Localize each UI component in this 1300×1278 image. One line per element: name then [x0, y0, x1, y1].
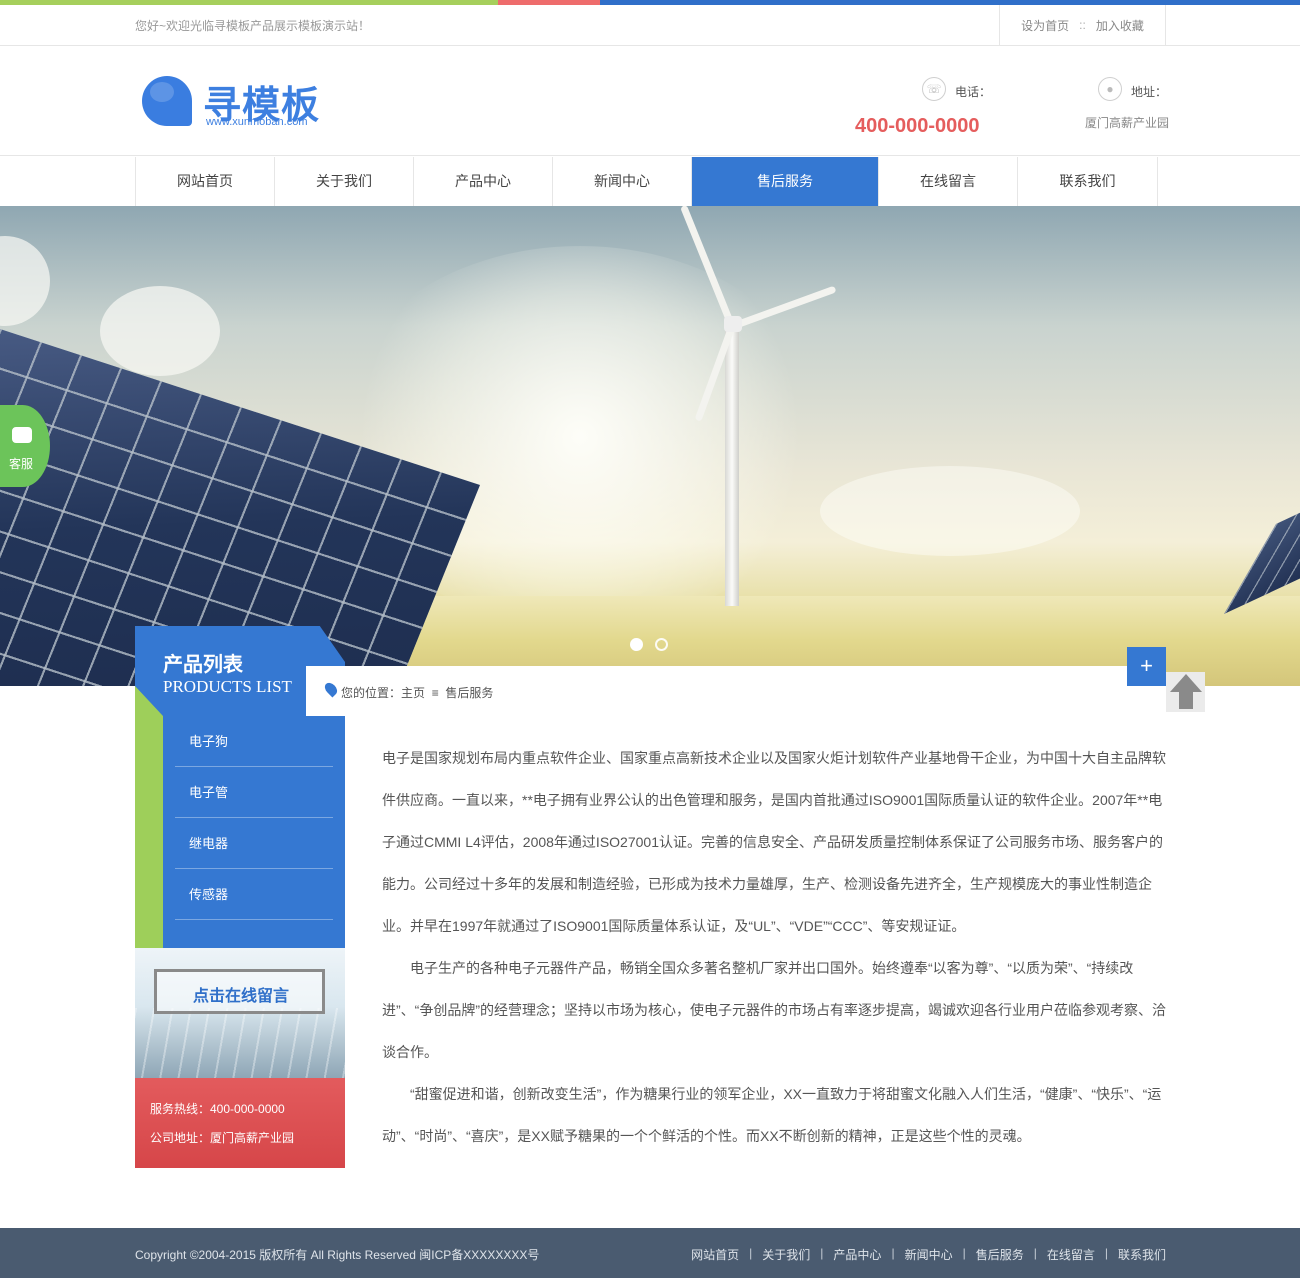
footer-separator: |	[1033, 1246, 1037, 1260]
footer-separator: |	[820, 1246, 824, 1260]
arrow-up-icon	[1170, 674, 1202, 692]
banner-wind-turbine	[725, 326, 739, 606]
logo-bubble-icon[interactable]	[142, 76, 192, 126]
main-nav: 网站首页 关于我们 产品中心 新闻中心 售后服务 在线留言 联系我们	[0, 157, 1300, 206]
sidebar-item-electron-tube[interactable]: 电子管	[175, 767, 333, 818]
sidebar-category-list: 电子狗 电子管 继电器 传感器	[163, 716, 345, 948]
nav-item-news[interactable]: 新闻中心	[553, 157, 692, 206]
top-links-separator: ::	[1079, 18, 1086, 32]
banner-dot-2[interactable]	[655, 638, 668, 651]
banner-pagination	[630, 638, 668, 651]
location-pin-icon: ●	[1098, 77, 1122, 101]
sidebar-green-accent	[135, 686, 163, 948]
customer-service-label: 客服	[9, 457, 34, 471]
footer-separator: |	[1104, 1246, 1108, 1260]
top-bar: 您好~欢迎光临寻模板产品展示模板演示站！ 设为首页 :: 加入收藏	[0, 0, 1300, 46]
nav-item-service[interactable]: 售后服务	[692, 157, 879, 206]
banner-dot-1[interactable]	[630, 638, 643, 651]
message-banner-panels	[135, 1008, 345, 1078]
banner-solar-panel-small	[1224, 468, 1300, 614]
nav-item-contact[interactable]: 联系我们	[1018, 157, 1158, 206]
footer-links: 网站首页 | 关于我们 | 产品中心 | 新闻中心 | 售后服务 | 在线留言 …	[691, 1246, 1166, 1263]
breadcrumb-prefix: 您的位置：	[341, 686, 402, 700]
footer-separator: |	[749, 1246, 753, 1260]
article-content: 电子是国家规划布局内重点软件企业、国家重点高新技术企业以及国家火炬计划软件产业基…	[382, 737, 1166, 1157]
article-paragraph-1: 电子是国家规划布局内重点软件企业、国家重点高新技术企业以及国家火炬计划软件产业基…	[382, 750, 1166, 934]
set-home-link[interactable]: 设为首页	[1021, 17, 1069, 34]
hero-banner	[0, 206, 1300, 686]
sidebar-item-electronic-dog[interactable]: 电子狗	[175, 716, 333, 767]
address-value: 厦门高薪产业园	[1085, 116, 1170, 130]
arrow-up-icon-stem	[1179, 691, 1193, 709]
sidebar-contact-box: 服务热线：400-000-0000 公司地址：厦门高薪产业园	[135, 1078, 345, 1168]
company-address: 公司地址：厦门高薪产业园	[150, 1131, 295, 1145]
top-stripe-blue	[600, 0, 1300, 5]
phone-number: 400-000-0000	[855, 115, 980, 137]
top-stripe-red	[498, 0, 600, 5]
service-hotline: 服务热线：400-000-0000	[150, 1102, 285, 1116]
nav-item-products[interactable]: 产品中心	[414, 157, 553, 206]
sidebar-subtitle: PRODUCTS LIST	[163, 677, 292, 696]
address-label: 地址：	[1131, 85, 1168, 99]
footer-link-news[interactable]: 新闻中心	[905, 1246, 953, 1263]
footer-link-message[interactable]: 在线留言	[1047, 1246, 1095, 1263]
top-links: 设为首页 :: 加入收藏	[999, 5, 1166, 45]
add-favorite-link[interactable]: 加入收藏	[1096, 17, 1144, 34]
welcome-text: 您好~欢迎光临寻模板产品展示模板演示站！	[135, 19, 371, 33]
sidebar-item-relay[interactable]: 继电器	[175, 818, 333, 869]
footer-link-service[interactable]: 售后服务	[976, 1246, 1024, 1263]
banner-cloud	[0, 236, 50, 326]
footer-link-products[interactable]: 产品中心	[833, 1246, 881, 1263]
header: 寻模板 www.xunmoban.com ☏ 电话： 400-000-0000 …	[0, 46, 1300, 156]
footer-separator: |	[962, 1246, 966, 1260]
online-message-button[interactable]: 点击在线留言	[193, 982, 289, 1006]
article-paragraph-2: 电子生产的各种电子元器件产品，畅销全国众多著名整机厂家并出口国外。始终遵奉“以客…	[382, 960, 1166, 1060]
article-paragraph-3: “甜蜜促进和谐，创新改变生活”，作为糖果行业的领军企业，XX一直致力于将甜蜜文化…	[382, 1086, 1162, 1144]
turbine-hub	[724, 316, 742, 332]
sidebar-title: 产品列表	[163, 654, 243, 676]
breadcrumb-home[interactable]: 主页	[401, 686, 425, 700]
copyright-text: Copyright ©2004-2015 版权所有 All Rights Res…	[135, 1248, 540, 1262]
breadcrumb-current[interactable]: 售后服务	[445, 686, 493, 700]
banner-cloud	[820, 466, 1080, 556]
banner-cloud	[100, 286, 220, 376]
footer: Copyright ©2004-2015 版权所有 All Rights Res…	[0, 1228, 1300, 1278]
back-to-top-button[interactable]	[1166, 672, 1205, 712]
nav-item-home[interactable]: 网站首页	[136, 157, 275, 206]
sidebar-item-sensor[interactable]: 传感器	[175, 869, 333, 920]
breadcrumb-separator: ≡	[431, 686, 439, 700]
footer-link-about[interactable]: 关于我们	[762, 1246, 810, 1263]
breadcrumb: 您的位置：主页 ≡ 售后服务	[341, 684, 493, 701]
nav-item-message[interactable]: 在线留言	[879, 157, 1018, 206]
phone-icon: ☏	[922, 77, 946, 101]
footer-link-home[interactable]: 网站首页	[691, 1246, 739, 1263]
top-stripe-green	[0, 0, 498, 5]
chat-bubble-icon	[12, 427, 32, 443]
footer-separator: |	[891, 1246, 895, 1260]
phone-label: 电话：	[955, 85, 992, 99]
nav-item-about[interactable]: 关于我们	[275, 157, 414, 206]
footer-link-contact[interactable]: 联系我们	[1118, 1246, 1166, 1263]
plus-button[interactable]: +	[1127, 647, 1166, 686]
logo-url: www.xunmoban.com	[206, 116, 308, 128]
